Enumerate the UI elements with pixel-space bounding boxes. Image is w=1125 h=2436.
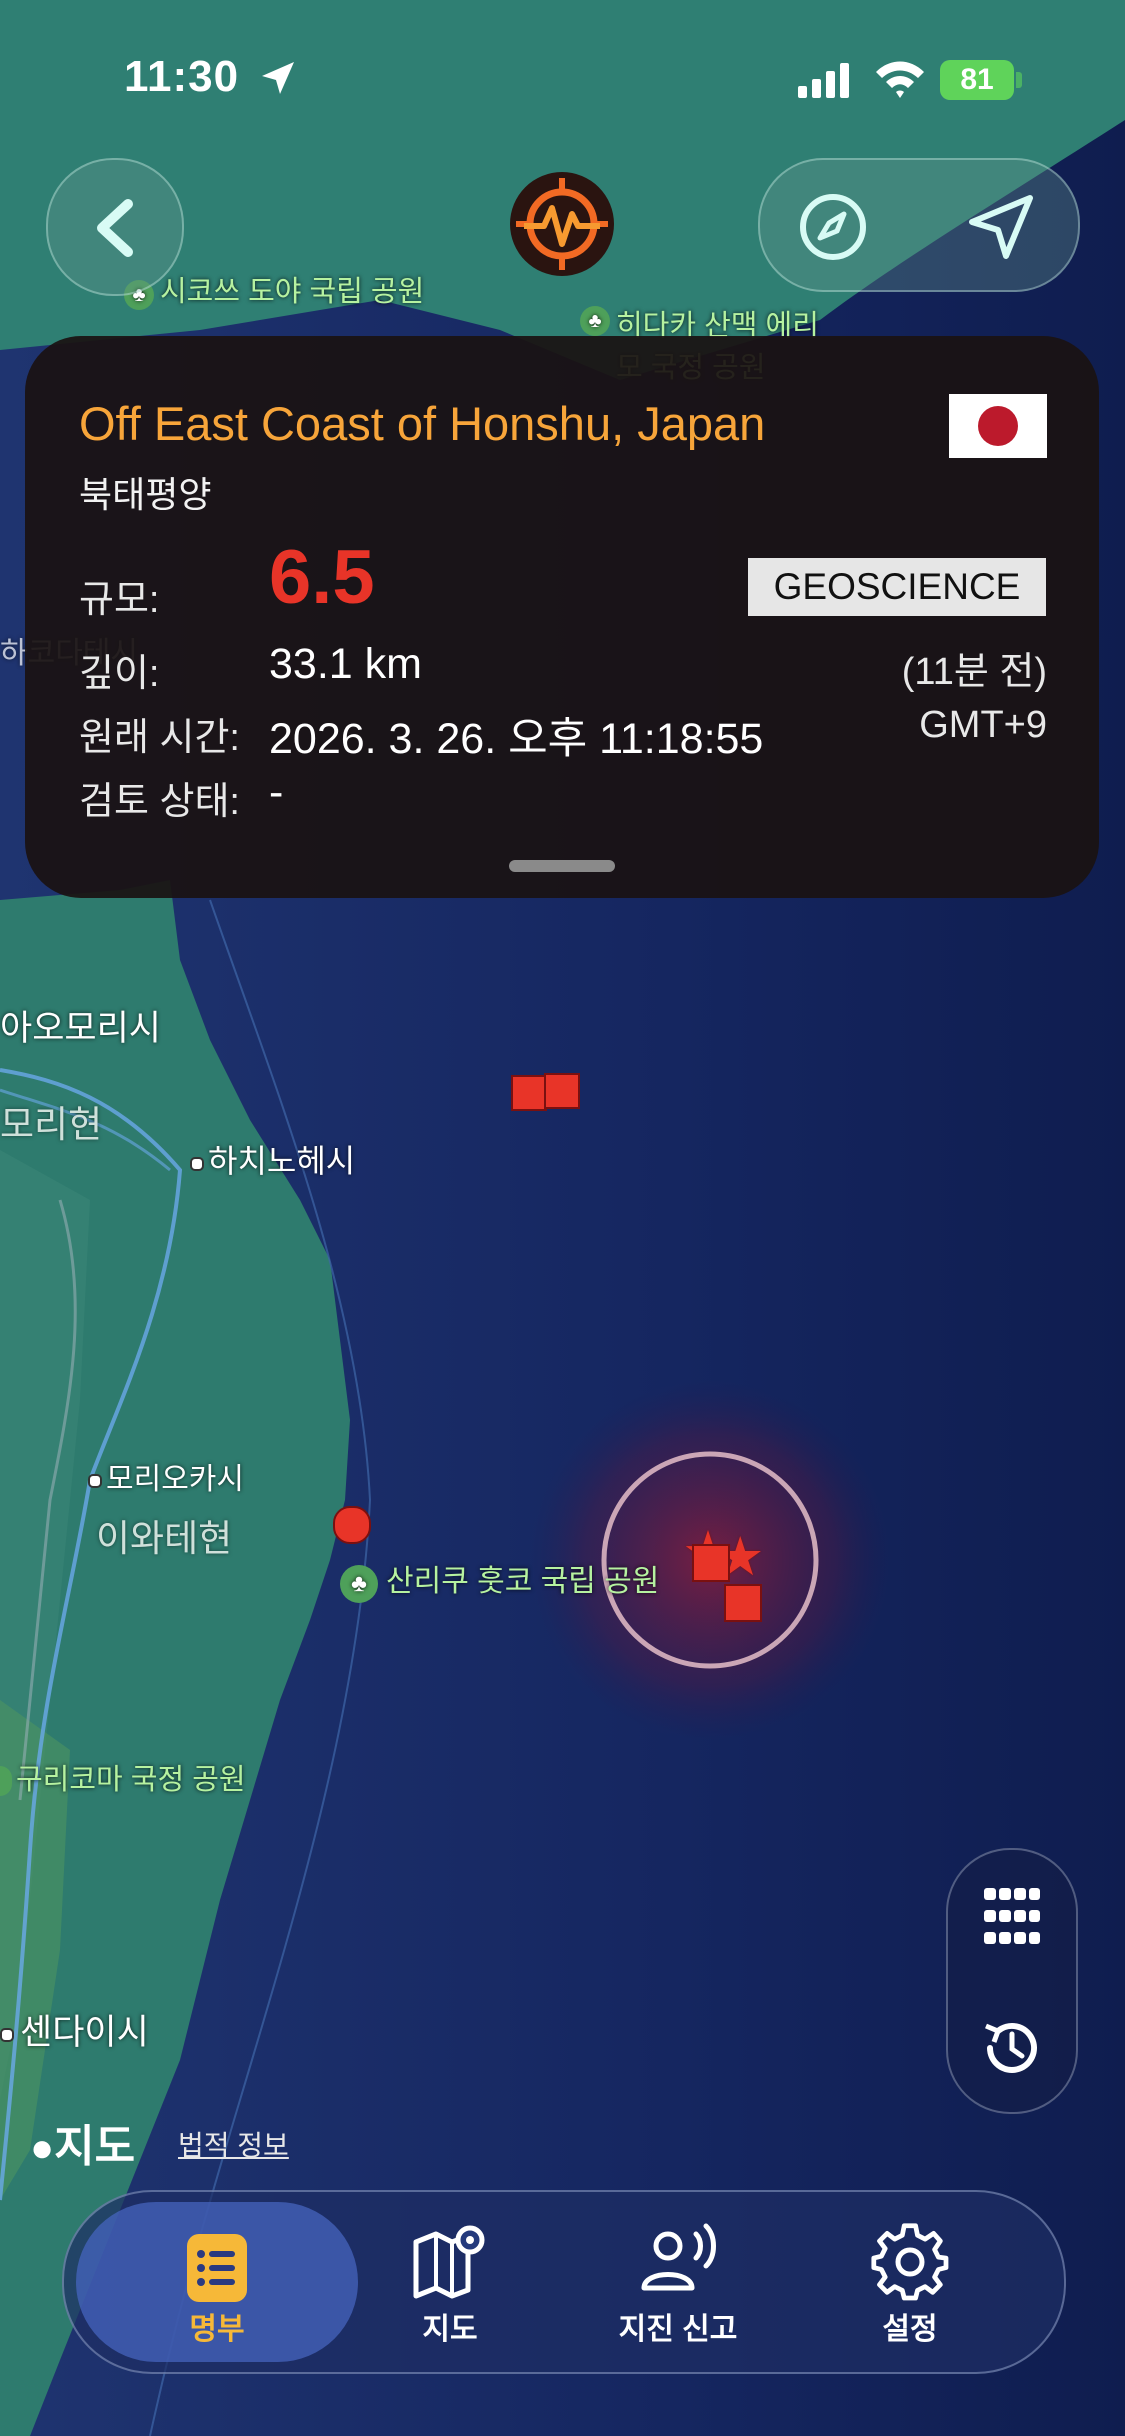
- depth-label: 깊이:: [79, 653, 160, 695]
- compass-icon[interactable]: [798, 192, 868, 262]
- battery-indicator: 81: [940, 60, 1014, 100]
- tree-icon: [0, 1766, 12, 1797]
- earthquake-info-card[interactable]: Off East Coast of Honshu, Japan 북태평양 규모:…: [25, 336, 1099, 898]
- event-marker-square[interactable]: [544, 1073, 580, 1109]
- magnitude-label: 규모:: [79, 579, 160, 621]
- gear-icon: [871, 2223, 949, 2301]
- review-status-label: 검토 상태:: [79, 781, 240, 823]
- history-icon[interactable]: [978, 2014, 1046, 2082]
- list-icon: [187, 2234, 247, 2302]
- tab-label: 설정: [882, 2313, 938, 2346]
- event-marker-square[interactable]: [692, 1544, 730, 1582]
- map-label-region: 이와테현: [96, 1518, 233, 1559]
- status-time: 11:30: [124, 52, 240, 101]
- side-controls-pill: [946, 1848, 1078, 2114]
- origin-time-label: 원래 시간:: [79, 717, 240, 759]
- app-logo: [510, 172, 614, 276]
- magnitude-value: 6.5: [269, 535, 375, 620]
- tab-list[interactable]: 명부: [76, 2202, 358, 2362]
- tab-map[interactable]: 지도: [350, 2192, 550, 2372]
- time-ago: (11분 전): [901, 651, 1047, 693]
- chevron-left-icon: [97, 199, 133, 257]
- back-button[interactable]: [46, 158, 184, 296]
- map-label-city: 센다이시: [0, 2004, 149, 2055]
- tab-settings[interactable]: 설정: [810, 2192, 1010, 2372]
- tab-report[interactable]: 지진 신고: [578, 2192, 778, 2372]
- timezone-label: GMT+9: [919, 704, 1047, 746]
- map-label-park: ♣ 시코쓰 도야 국립 공원: [124, 268, 424, 310]
- status-bar: 11:30 81: [0, 0, 1125, 160]
- region-name: 북태평양: [79, 474, 212, 515]
- tab-label: 지도: [422, 2313, 478, 2346]
- tab-label: 명부: [189, 2313, 245, 2346]
- tab-label: 지진 신고: [618, 2313, 738, 2346]
- tab-bar: 명부 지도 지진 신고 설정: [62, 2190, 1066, 2374]
- wifi-icon: [876, 61, 924, 98]
- origin-time-value: 2026. 3. 26. 오후 11:18:55: [269, 715, 764, 763]
- map-label-region: 모리현: [0, 1104, 103, 1145]
- place-title: Off East Coast of Honshu, Japan: [79, 397, 766, 450]
- event-marker-square[interactable]: [511, 1075, 547, 1111]
- location-arrow-icon[interactable]: [966, 192, 1036, 262]
- review-status-value: -: [269, 768, 284, 816]
- source-badge: GEOSCIENCE: [748, 558, 1046, 616]
- map-label-city: 아오모리시: [0, 1009, 162, 1048]
- map-label-city: 모리오카시: [88, 1454, 244, 1498]
- map-label-park: ♣ 산리쿠 훗코 국립 공원: [340, 1556, 659, 1603]
- battery-cap: [1016, 72, 1022, 88]
- legal-info-link[interactable]: 법적 정보: [178, 2124, 289, 2164]
- grid-icon[interactable]: [984, 1888, 1040, 1944]
- location-services-icon: [262, 62, 294, 94]
- earthquake-logo-icon: [516, 178, 608, 270]
- map-label-city: 하치노헤시: [190, 1136, 355, 1182]
- tree-icon: ♣: [580, 306, 610, 336]
- event-marker-square[interactable]: [724, 1584, 762, 1622]
- depth-value: 33.1 km: [269, 640, 422, 688]
- card-drag-handle[interactable]: [509, 860, 615, 872]
- map-icon: [413, 2225, 485, 2299]
- apple-maps-attribution: ●지도: [30, 2122, 136, 2171]
- report-person-icon: [641, 2223, 716, 2291]
- apple-logo-icon: ●: [30, 2126, 55, 2170]
- map-label-park: 구리코마 국정 공원: [0, 1756, 246, 1798]
- cellular-signal-icon: [798, 63, 849, 98]
- japan-flag-icon: [949, 394, 1047, 458]
- map-controls-pill: [758, 158, 1080, 292]
- event-marker-circle[interactable]: [333, 1506, 371, 1544]
- tree-icon: ♣: [340, 1565, 378, 1603]
